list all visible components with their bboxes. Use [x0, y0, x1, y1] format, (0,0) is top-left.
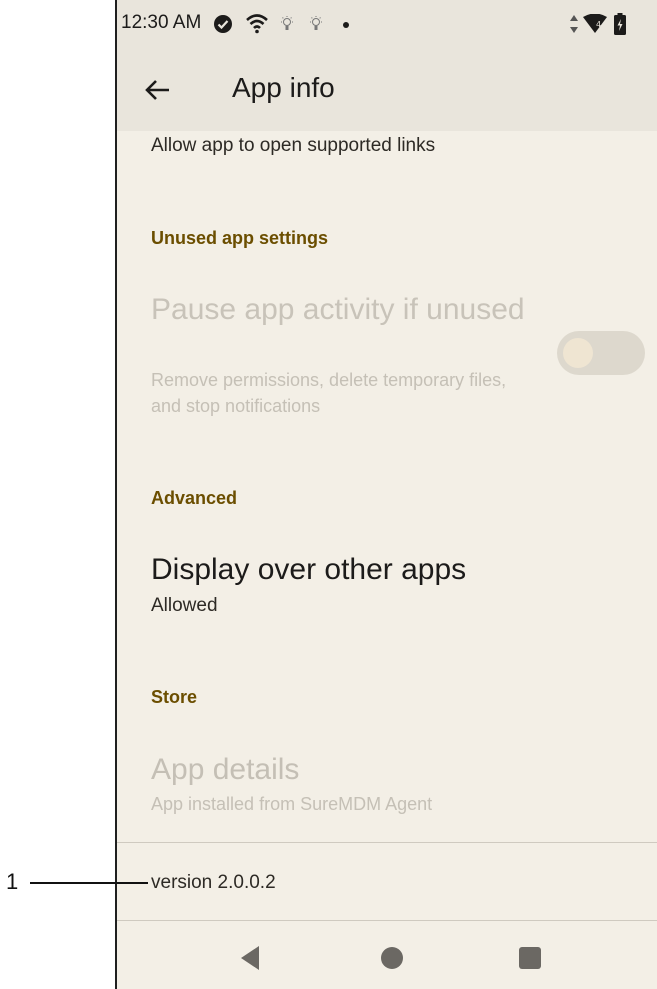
wifi-icon	[246, 14, 268, 34]
phone-screen: 12:30 AM 4 App info Allow app to open su…	[117, 0, 657, 989]
page-title: App info	[232, 72, 335, 103]
callout-leader-line	[30, 882, 148, 884]
display-over-apps-status: Allowed	[151, 595, 218, 616]
version-label: version 2.0.0.2	[151, 872, 276, 893]
status-time: 12:30 AM	[121, 12, 202, 33]
divider	[117, 842, 657, 843]
svg-text:4: 4	[596, 20, 601, 29]
app-details-desc: App installed from SureMDM Agent	[151, 794, 433, 814]
callout-number: 1	[6, 869, 19, 894]
app-bar: App info	[117, 50, 657, 131]
open-links-item[interactable]: Allow app to open supported links	[151, 135, 435, 157]
pause-activity-toggle[interactable]	[557, 331, 645, 375]
dot-icon	[343, 22, 349, 28]
home-circle-icon[interactable]	[381, 947, 403, 969]
signal-icon: 4	[583, 14, 607, 33]
check-circle-icon	[214, 15, 232, 33]
back-triangle-icon[interactable]	[239, 945, 261, 971]
data-arrows-icon	[570, 15, 578, 33]
arrow-left-icon[interactable]	[139, 72, 175, 108]
pause-activity-title: Pause app activity if unused	[151, 293, 525, 326]
battery-icon	[614, 13, 626, 35]
status-bar: 12:30 AM 4	[117, 0, 657, 50]
section-header-advanced: Advanced	[151, 488, 238, 508]
pause-activity-desc: Remove permissions, delete temporary fil…	[151, 370, 507, 416]
section-header-store: Store	[151, 687, 198, 707]
recents-square-icon[interactable]	[519, 947, 541, 969]
bulb-icon	[310, 16, 322, 30]
display-over-apps-title: Display over other apps	[151, 553, 467, 586]
bulb-icon	[281, 16, 293, 30]
navigation-bar	[117, 921, 657, 989]
section-header-unused: Unused app settings	[151, 228, 329, 248]
toggle-thumb	[563, 338, 593, 368]
app-details-title: App details	[151, 753, 300, 786]
